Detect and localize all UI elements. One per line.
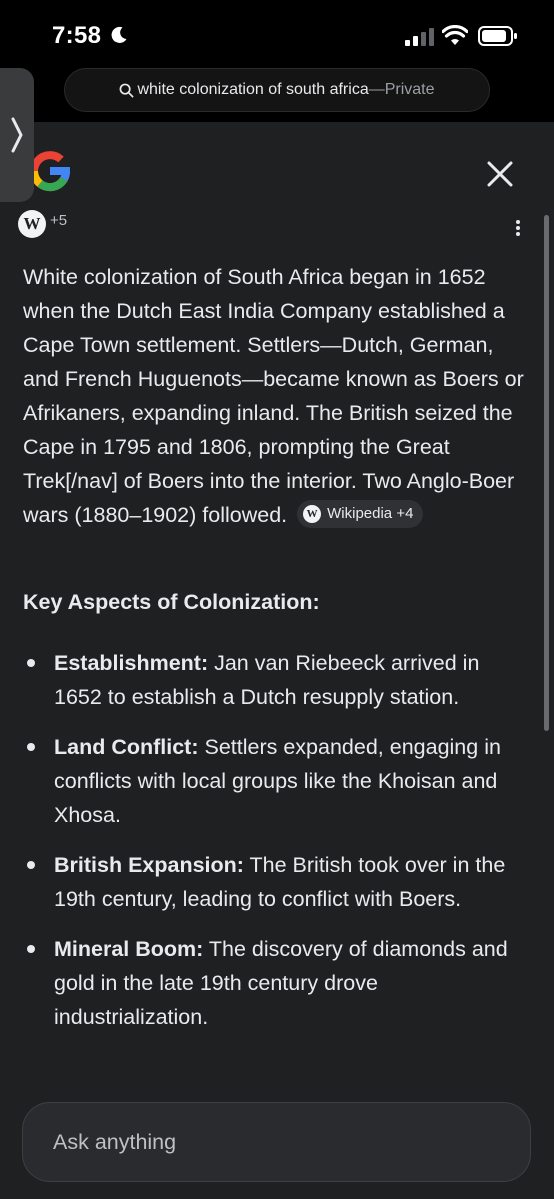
list-item: British Expansion: The British took over… (23, 848, 533, 916)
list-item-title: Establishment: (54, 651, 209, 675)
answer-paragraph: White colonization of South Africa began… (23, 260, 533, 532)
chevron-right-icon (11, 117, 23, 153)
list-item: Land Conflict: Settlers expanded, engagi… (23, 730, 533, 832)
side-panel-handle[interactable] (0, 68, 34, 202)
ask-input[interactable]: Ask anything (22, 1102, 531, 1182)
more-options-icon[interactable] (510, 218, 526, 238)
list-item-title: British Expansion: (54, 853, 244, 877)
wifi-icon (442, 25, 468, 45)
address-separator: — (368, 81, 385, 98)
list-item-title: Mineral Boom: (54, 937, 204, 961)
citation-chip[interactable]: W Wikipedia +4 (297, 500, 424, 529)
status-bar: 7:58 (0, 0, 554, 70)
screen: 7:58 white colonization of south africa (0, 0, 554, 1199)
ai-answer-content: W +5 White colonization of South Africa … (0, 210, 554, 1090)
list-item: Mineral Boom: The discovery of diamonds … (23, 932, 533, 1034)
scrollbar[interactable] (544, 215, 549, 731)
google-g-icon (30, 151, 70, 192)
moon-icon (111, 26, 127, 43)
wikipedia-icon: W (303, 505, 322, 524)
search-icon (120, 83, 134, 97)
address-bar[interactable]: white colonization of south africa — Pri… (64, 68, 490, 112)
sources-row[interactable]: W +5 (18, 210, 67, 238)
page-header (0, 122, 554, 218)
wikipedia-icon: W (18, 210, 46, 238)
ask-placeholder: Ask anything (53, 1129, 177, 1154)
private-mode-label: Private (384, 81, 435, 98)
answer-text: White colonization of South Africa began… (23, 265, 524, 527)
list-item: Establishment: Jan van Riebeeck arrived … (23, 646, 533, 714)
citation-label: Wikipedia +4 (327, 505, 414, 523)
battery-icon (478, 26, 517, 46)
status-time: 7:58 (52, 22, 102, 49)
key-aspects-list: Establishment: Jan van Riebeeck arrived … (23, 646, 533, 1050)
section-heading: Key Aspects of Colonization: (23, 590, 320, 614)
address-query: white colonization of south africa (137, 81, 369, 98)
sources-count: +5 (50, 211, 68, 229)
signal-icon (405, 28, 434, 46)
list-item-title: Land Conflict: (54, 735, 199, 759)
close-icon[interactable] (484, 158, 516, 190)
